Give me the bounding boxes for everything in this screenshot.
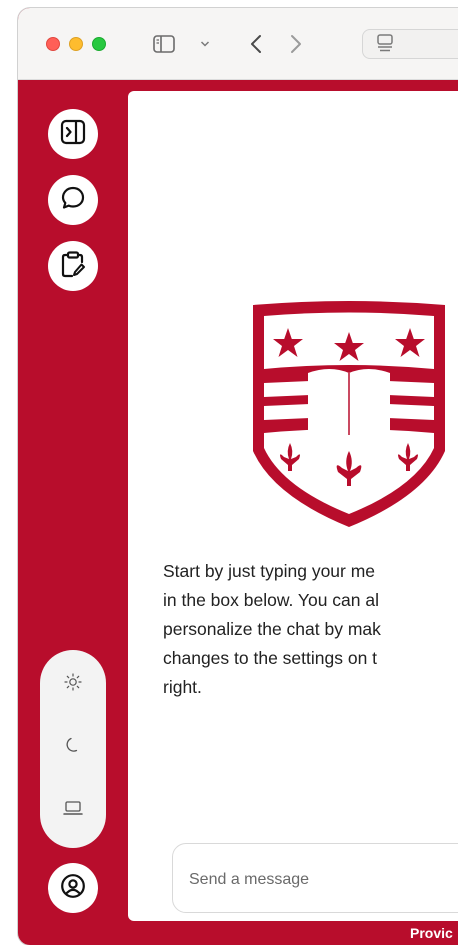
prompts-button[interactable] [48, 241, 98, 291]
theme-switcher [40, 650, 106, 848]
intro-message: Start by just typing your me in the box … [163, 561, 381, 697]
footer-text: Provic [410, 925, 453, 941]
back-arrow-icon[interactable] [246, 30, 266, 58]
user-profile-icon [60, 873, 86, 904]
message-input[interactable] [189, 866, 458, 894]
shield-crest-logo [250, 301, 448, 531]
footer-bar: Provic [18, 924, 458, 945]
collapse-sidebar-button[interactable] [48, 109, 98, 159]
chat-icon [60, 185, 86, 216]
light-theme-button[interactable] [40, 664, 106, 704]
browser-window: Start by just typing your me in the box … [18, 8, 458, 945]
user-profile-button[interactable] [48, 863, 98, 913]
dark-theme-icon [64, 736, 82, 759]
clipboard-edit-icon [60, 250, 86, 283]
minimize-window-button[interactable] [69, 37, 83, 51]
chevron-down-icon[interactable] [198, 30, 212, 58]
close-window-button[interactable] [46, 37, 60, 51]
system-theme-button[interactable] [40, 790, 106, 830]
tab-overview-icon[interactable] [371, 30, 399, 58]
forward-arrow-icon[interactable] [286, 30, 306, 58]
dark-theme-button[interactable] [40, 727, 106, 767]
new-chat-button[interactable] [48, 175, 98, 225]
collapse-sidebar-icon [60, 119, 86, 150]
zoom-window-button[interactable] [92, 37, 106, 51]
chat-main-panel: Start by just typing your me in the box … [128, 91, 458, 921]
sidebar-toggle-icon[interactable] [149, 30, 179, 58]
message-composer[interactable] [172, 843, 458, 913]
system-theme-icon [63, 800, 83, 821]
light-theme-icon [64, 672, 82, 696]
browser-titlebar [18, 8, 458, 80]
